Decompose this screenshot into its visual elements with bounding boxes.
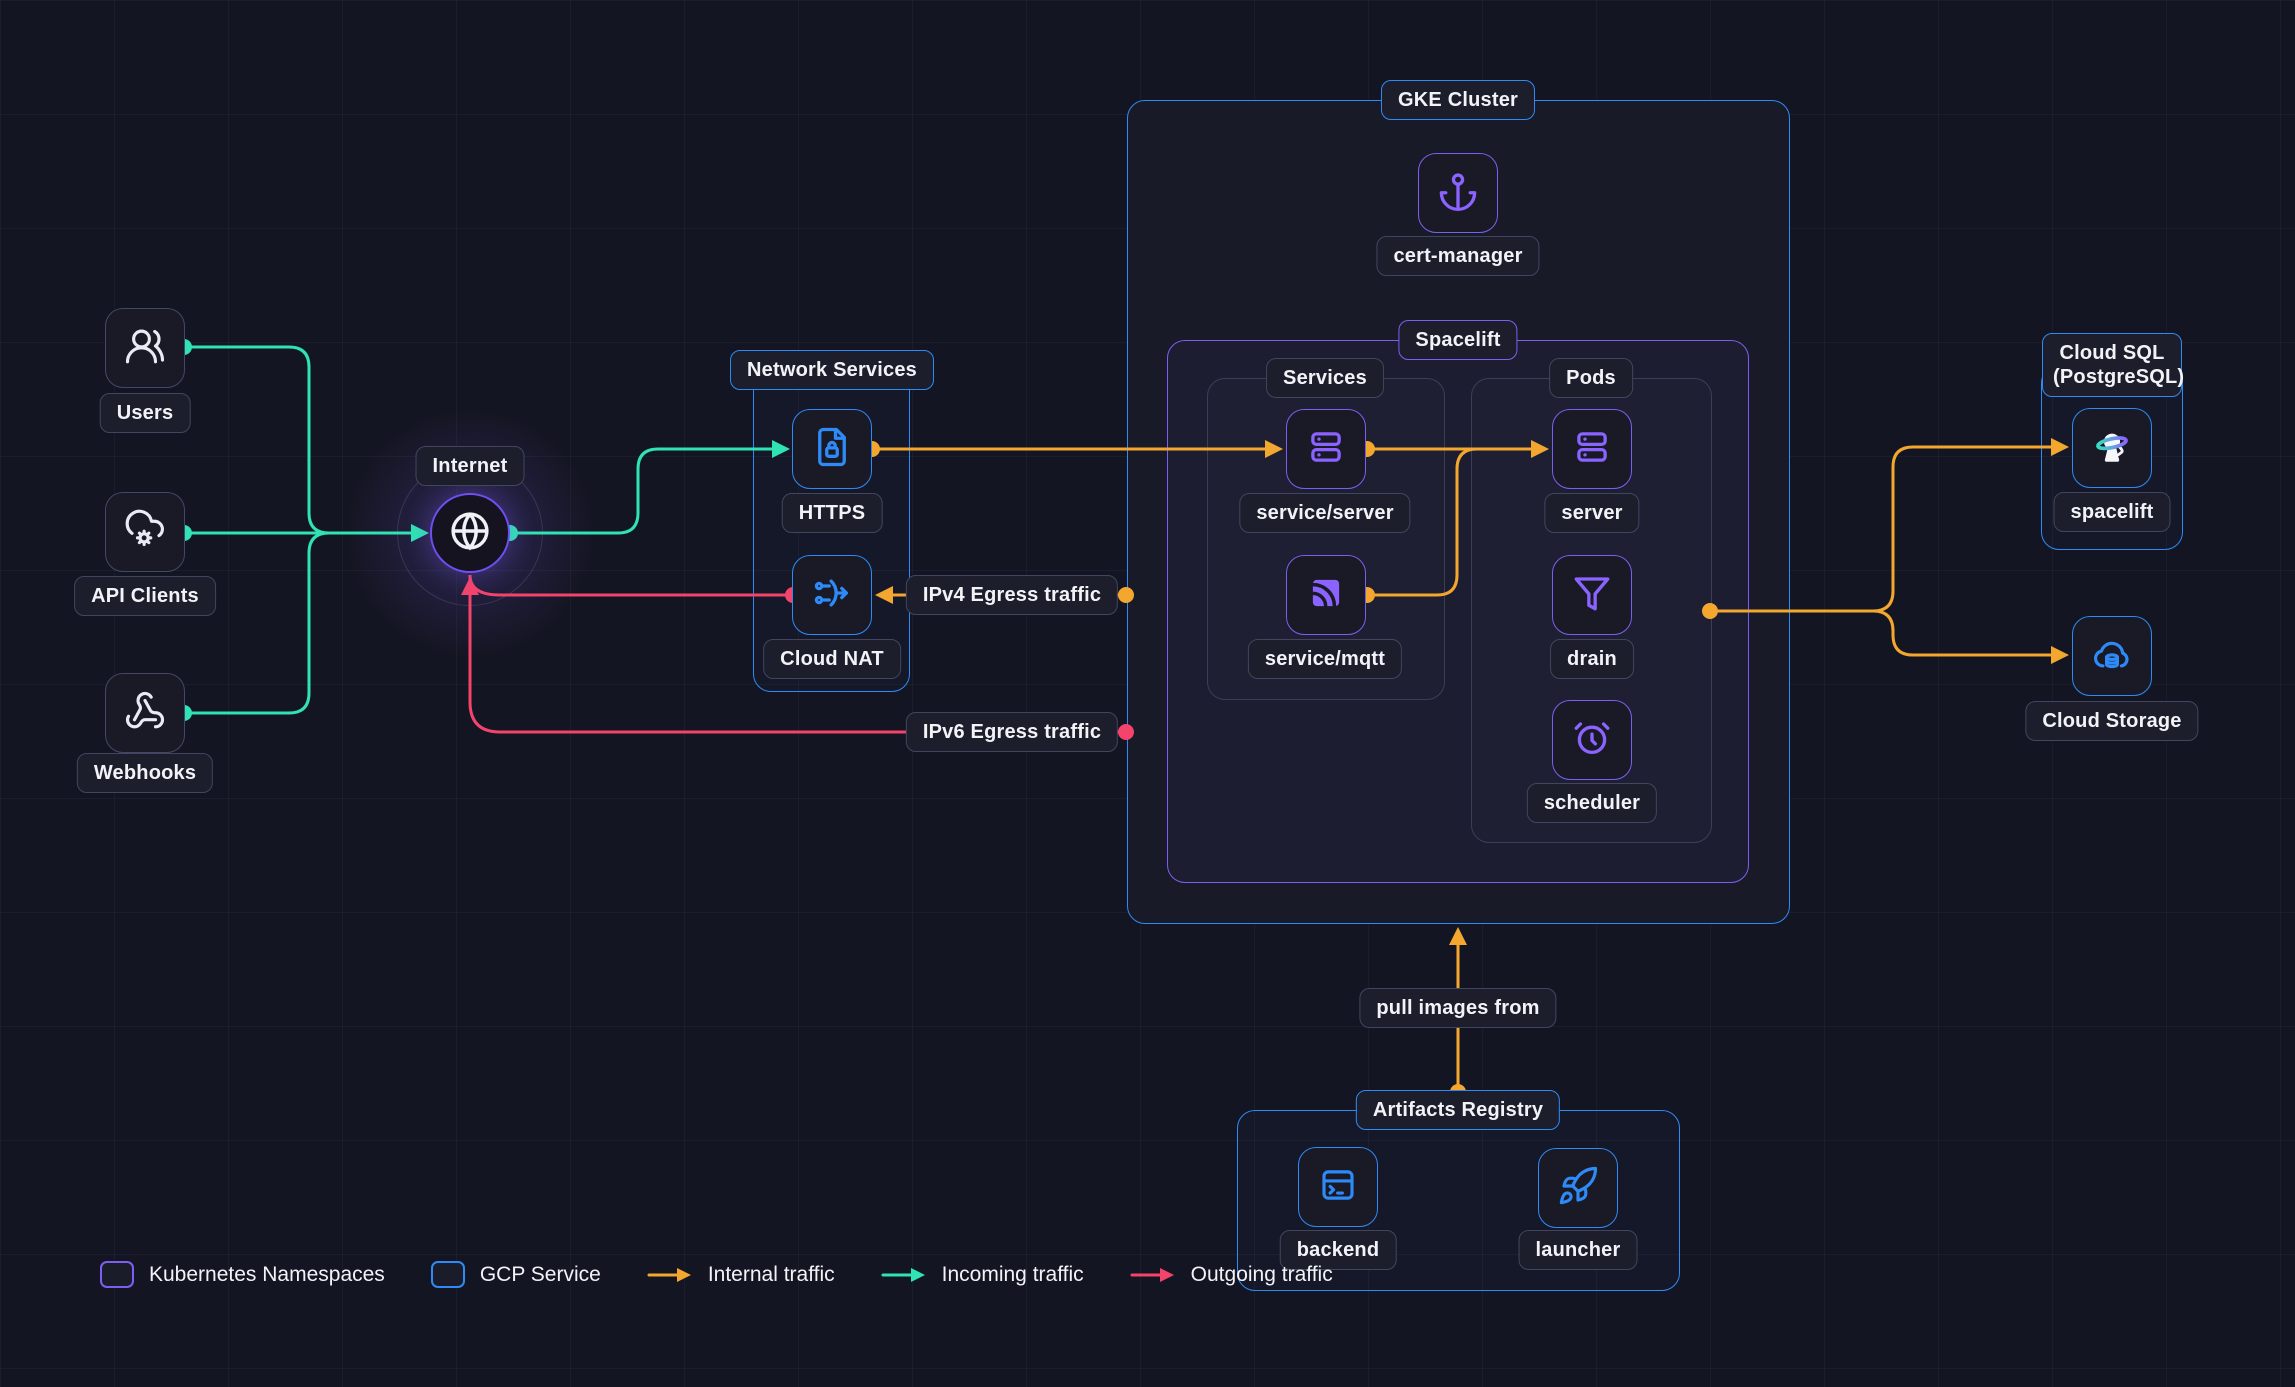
cert-manager-label: cert-manager: [1376, 236, 1539, 276]
users-node[interactable]: [105, 308, 185, 388]
legend-gcp-service: GCP Service: [431, 1261, 601, 1288]
https-node[interactable]: [792, 409, 872, 489]
legend-label: Incoming traffic: [942, 1263, 1084, 1287]
cloud-nat-label: Cloud NAT: [763, 639, 901, 679]
launcher-node[interactable]: [1538, 1148, 1618, 1228]
legend-label: Internal traffic: [708, 1263, 835, 1287]
arrow-into-spacelift-db: [2051, 438, 2069, 456]
launcher-label: launcher: [1519, 1230, 1638, 1270]
edge-internet-https: [510, 449, 772, 533]
webhooks-node[interactable]: [105, 673, 185, 753]
https-label: HTTPS: [782, 493, 883, 533]
arrow-into-server: [1531, 440, 1549, 458]
arrow-into-cloud-nat: [875, 586, 893, 604]
legend-label: Kubernetes Namespaces: [149, 1263, 385, 1287]
spacelift-db-label: spacelift: [2054, 492, 2171, 532]
scheduler-label: scheduler: [1527, 783, 1657, 823]
terminal-window-icon: [1317, 1164, 1359, 1211]
dot-pods-out: [1702, 603, 1718, 619]
service-server-node[interactable]: [1286, 409, 1366, 489]
network-services-title: Network Services: [730, 350, 934, 390]
dot-gke-ipv4: [1118, 587, 1134, 603]
legend-label: GCP Service: [480, 1263, 601, 1287]
dot-gke-ipv6: [1118, 724, 1134, 740]
service-mqtt-label: service/mqtt: [1248, 639, 1402, 679]
pods-title: Pods: [1549, 358, 1633, 398]
legend-label: Outgoing traffic: [1191, 1263, 1333, 1287]
internal-traffic-arrow-icon: [647, 1265, 693, 1285]
api-clients-label: API Clients: [74, 576, 216, 616]
gke-cluster-title: GKE Cluster: [1381, 80, 1535, 120]
mqtt-icon: [1305, 572, 1347, 619]
server-node[interactable]: [1552, 409, 1632, 489]
edges-layer: [0, 0, 2295, 1387]
scheduler-node[interactable]: [1552, 700, 1632, 780]
edge-pods-cloudsql: [1710, 447, 2051, 611]
arrow-into-https: [772, 440, 790, 458]
legend-internal-traffic: Internal traffic: [647, 1263, 835, 1287]
file-lock-icon: [811, 426, 853, 473]
globe-icon: [448, 509, 492, 558]
server-icon: [1571, 426, 1613, 473]
legend-outgoing-traffic: Outgoing traffic: [1130, 1263, 1333, 1287]
cloud-storage-label: Cloud Storage: [2025, 701, 2198, 741]
legend-kubernetes-namespaces: Kubernetes Namespaces: [100, 1261, 385, 1288]
server-label: server: [1544, 493, 1639, 533]
drain-label: drain: [1550, 639, 1634, 679]
edge-webhooks-internet: [184, 533, 329, 713]
cloud-storage-node[interactable]: [2072, 616, 2152, 696]
cloud-nat-node[interactable]: [792, 555, 872, 635]
spacelift-db-node[interactable]: [2072, 408, 2152, 488]
cloud-sql-title: Cloud SQL (PostgreSQL): [2042, 333, 2182, 397]
nat-icon: [811, 572, 853, 619]
artifacts-registry-title: Artifacts Registry: [1356, 1090, 1560, 1130]
edge-cloudnat-internet: [470, 575, 793, 595]
internet-node[interactable]: [430, 493, 510, 573]
anchor-icon: [1437, 170, 1479, 217]
drain-node[interactable]: [1552, 555, 1632, 635]
service-server-label: service/server: [1239, 493, 1410, 533]
arrow-into-gke: [1449, 927, 1467, 945]
funnel-icon: [1571, 572, 1613, 619]
outgoing-traffic-arrow-icon: [1130, 1265, 1176, 1285]
webhook-icon: [124, 690, 166, 737]
arrow-into-cloud-storage: [2051, 646, 2069, 664]
users-label: Users: [100, 393, 191, 433]
cloud-gear-icon: [124, 509, 166, 556]
edge-pods-cloudstorage: [1710, 611, 2051, 655]
arrow-into-internet-bottom: [461, 577, 479, 595]
cloud-database-icon: [2091, 633, 2133, 680]
service-mqtt-node[interactable]: [1286, 555, 1366, 635]
api-clients-node[interactable]: [105, 492, 185, 572]
gcp-service-swatch: [431, 1261, 465, 1288]
ipv6-egress-label: IPv6 Egress traffic: [906, 712, 1118, 752]
cert-manager-node[interactable]: [1418, 153, 1498, 233]
rocket-icon: [1557, 1165, 1599, 1212]
pull-images-label: pull images from: [1359, 988, 1556, 1028]
spacelift-mascot-icon: [2091, 425, 2133, 472]
ipv4-egress-label: IPv4 Egress traffic: [906, 575, 1118, 615]
spacelift-title: Spacelift: [1398, 320, 1517, 360]
incoming-traffic-arrow-icon: [881, 1265, 927, 1285]
arrow-into-service-server: [1265, 440, 1283, 458]
alarm-clock-icon: [1571, 717, 1613, 764]
webhooks-label: Webhooks: [77, 753, 213, 793]
legend-incoming-traffic: Incoming traffic: [881, 1263, 1084, 1287]
arrow-into-internet: [411, 524, 429, 542]
server-icon: [1305, 426, 1347, 473]
services-title: Services: [1266, 358, 1384, 398]
backend-node[interactable]: [1298, 1147, 1378, 1227]
internet-label: Internet: [416, 446, 525, 486]
edge-users-internet: [184, 347, 411, 533]
kubernetes-namespace-swatch: [100, 1261, 134, 1288]
users-icon: [124, 325, 166, 372]
legend: Kubernetes Namespaces GCP Service Intern…: [100, 1261, 1333, 1288]
